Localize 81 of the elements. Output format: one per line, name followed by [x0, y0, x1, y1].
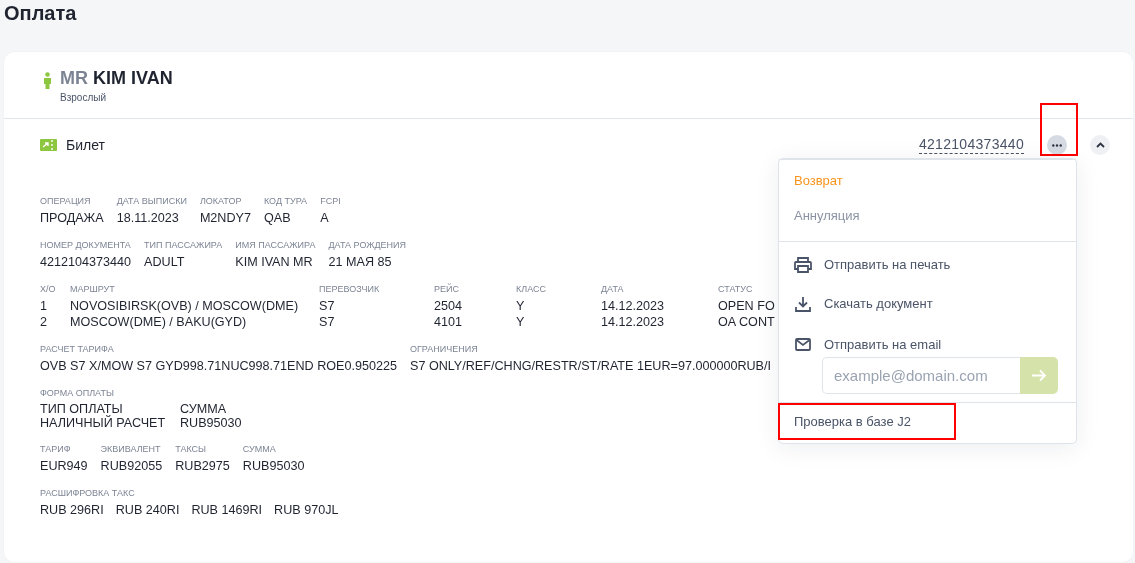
field-label: ЭКВИВАЛЕНТ	[100, 444, 161, 455]
field-label: РАСШИФРОВКА ТАКС	[40, 488, 135, 499]
field-value: QAB	[263, 210, 291, 226]
field-value: RUB92055	[100, 458, 163, 474]
page-title: Оплата	[4, 1, 78, 26]
arrow-icon	[1031, 369, 1047, 382]
table-cell: 2	[40, 314, 47, 330]
field-value: S7 ONLY/REF/CHNG/RESTR/ST/RATE 1EUR=97.000000RUB/I	[410, 358, 772, 374]
field-label: ТАРИФ	[40, 444, 71, 455]
table-cell: NOVOSIBIRSK(OVB) / MOSCOW(DME)	[70, 298, 299, 314]
field-label: ТИП ПАССАЖИРА	[144, 240, 223, 251]
field-value: 21 МАЯ 85	[328, 254, 392, 270]
field-value: OVB S7 X/MOW S7 GYD998.71NUC998.71END ROE0.950225	[40, 358, 397, 374]
menu-item[interactable]: Скачать документ	[824, 296, 933, 311]
field-label: КОД ТУРА	[263, 196, 308, 207]
column-header: МАРШРУТ	[70, 284, 115, 295]
menu-item[interactable]: Отправить на email	[824, 336, 942, 352]
column-header: КЛАСС	[516, 284, 546, 295]
passenger-name: MR KIM IVAN	[60, 68, 173, 88]
chevron-icon	[1095, 142, 1105, 148]
column-header: ПЕРЕВОЗЧИК	[319, 284, 380, 295]
table-cell: OA CONT	[718, 314, 775, 330]
field-label: FCPI	[320, 196, 341, 207]
column-header: Х/О	[40, 284, 56, 295]
column-header: ДАТА	[601, 284, 624, 295]
table-cell: СУММА	[180, 402, 227, 416]
field-value: RUB95030	[242, 458, 305, 474]
more-button[interactable]	[1047, 135, 1067, 155]
field-label: ДАТА ВЫПИСКИ	[116, 196, 187, 207]
menu-item[interactable]: Проверка в базе J2	[794, 414, 911, 429]
collapse-button[interactable]	[1090, 135, 1110, 155]
table-cell: ТИП ОПЛАТЫ	[40, 402, 123, 416]
field-label: ФОРМА ОПЛАТЫ	[40, 388, 114, 399]
person-icon	[43, 72, 52, 89]
field-value: M2NDY7	[199, 210, 251, 226]
field-label: ЛОКАТОР	[199, 196, 242, 207]
menu-item[interactable]: Отправить на печать	[824, 257, 951, 272]
table-cell: 14.12.2023	[601, 314, 665, 330]
tax-value: RUB 1469RI	[191, 502, 263, 518]
field-label: НОМЕР ДОКУМЕНТА	[40, 240, 131, 251]
field-label: ИМЯ ПАССАЖИРА	[235, 240, 316, 251]
passenger-type: Взрослый	[60, 92, 106, 103]
email-field[interactable]: example@domain.com	[822, 357, 1020, 394]
field-value: EUR949	[40, 458, 88, 474]
field-value: A	[320, 210, 329, 226]
field-value: 4212104373440	[40, 254, 132, 270]
field-label: СУММА	[242, 444, 276, 455]
field-label: ТАКСЫ	[175, 444, 207, 455]
field-value: KIM IVAN MR	[235, 254, 313, 270]
table-cell: Y	[516, 314, 525, 330]
field-label: РАСЧЕТ ТАРИФА	[40, 344, 114, 355]
table-cell: 14.12.2023	[601, 298, 665, 314]
table-cell: 1	[40, 298, 47, 314]
table-cell: MOSCOW(DME) / BAKU(GYD)	[70, 314, 247, 330]
ticket-number[interactable]: 4212104373440	[918, 136, 1024, 154]
field-value: ПРОДАЖА	[40, 210, 104, 226]
field-value: 18.11.2023	[116, 210, 179, 226]
printer-icon	[794, 256, 812, 273]
tax-value: RUB 296RI	[40, 502, 104, 518]
dots-icon	[1052, 143, 1062, 147]
field-label: ДАТА РОЖДЕНИЯ	[328, 240, 407, 251]
table-cell: НАЛИЧНЫЙ РАСЧЕТ	[40, 416, 166, 430]
column-header: РЕЙС	[434, 284, 459, 295]
field-value: ADULT	[144, 254, 185, 270]
tax-value: RUB 970JL	[274, 502, 339, 518]
ticket-icon	[40, 139, 57, 151]
field-label: ОПЕРАЦИЯ	[40, 196, 91, 207]
table-cell: 2504	[434, 298, 463, 314]
download-icon	[795, 295, 811, 312]
table-cell: 4101	[434, 314, 463, 330]
table-cell: RUB95030	[180, 416, 242, 430]
column-header: СТАТУС	[718, 284, 753, 295]
table-cell: Y	[516, 298, 525, 314]
table-cell: S7	[319, 314, 335, 330]
table-cell: S7	[319, 298, 335, 314]
field-label: ОГРАНИЧЕНИЯ	[410, 344, 478, 355]
tax-value: RUB 240RI	[115, 502, 180, 518]
mail-icon	[795, 337, 811, 351]
field-value: RUB2975	[175, 458, 230, 474]
ticket-label: Билет	[66, 137, 105, 153]
table-cell: OPEN FO	[718, 298, 775, 314]
